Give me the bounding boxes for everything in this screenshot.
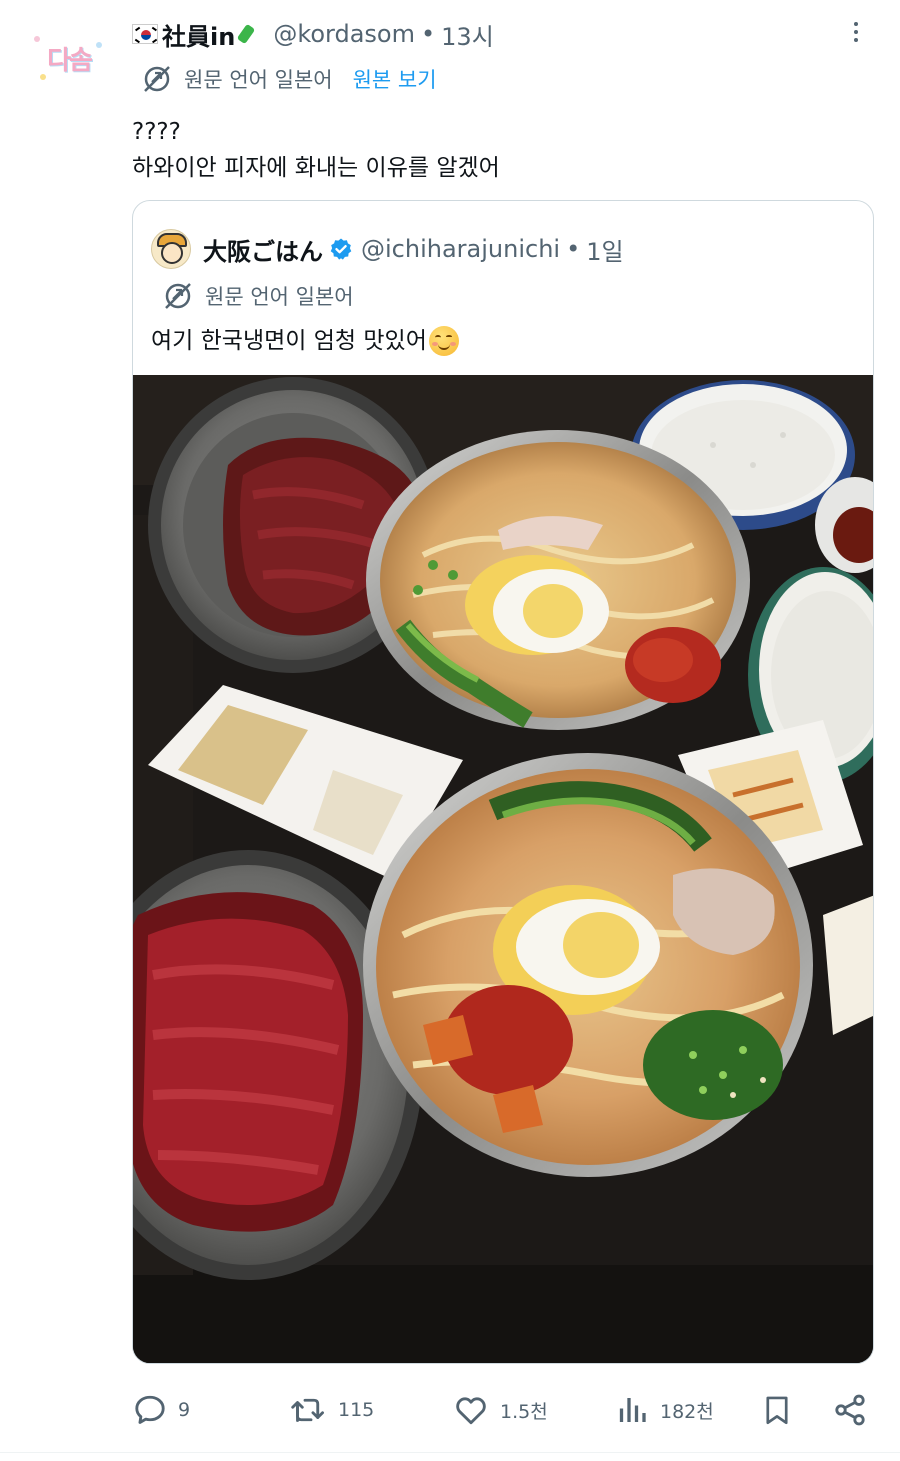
more-dot-icon bbox=[854, 22, 858, 26]
retweet-icon bbox=[291, 1398, 324, 1422]
quoted-tweet-text: 여기 한국냉면이 엄청 맛있어 bbox=[151, 323, 459, 359]
food-photo-illustration bbox=[133, 375, 873, 1363]
divider bbox=[0, 1452, 900, 1453]
quoted-author-avatar[interactable] bbox=[151, 229, 191, 269]
display-name[interactable]: 社員in bbox=[162, 17, 235, 52]
avatar-decoration bbox=[96, 42, 102, 48]
bookmark-icon bbox=[766, 1396, 788, 1425]
bookmark-button[interactable] bbox=[760, 1388, 794, 1432]
translation-row: 원문 언어 일본어 원본 보기 bbox=[140, 62, 437, 96]
translation-note: 원문 언어 일본어 bbox=[184, 68, 333, 92]
views-button[interactable]: 182천 bbox=[614, 1388, 714, 1432]
reply-button[interactable]: 9 bbox=[132, 1388, 190, 1432]
like-button[interactable]: 1.5천 bbox=[452, 1388, 548, 1432]
translate-globe-icon bbox=[165, 283, 191, 309]
tweet-text-line: ???? bbox=[132, 119, 181, 145]
more-dot-icon bbox=[854, 38, 858, 42]
user-handle[interactable]: @kordasom bbox=[273, 20, 415, 48]
quoted-user-handle[interactable]: @ichiharajunichi bbox=[361, 235, 560, 263]
translate-globe-icon bbox=[144, 66, 170, 92]
share-icon bbox=[835, 1394, 865, 1426]
more-options-button[interactable] bbox=[840, 16, 872, 48]
share-button[interactable] bbox=[832, 1388, 868, 1432]
smiling-face-icon bbox=[428, 326, 459, 356]
tweet-action-bar: 9 115 1.5천 182천 bbox=[132, 1388, 874, 1432]
quoted-text-body: 여기 한국냉면이 엄청 맛있어 bbox=[151, 328, 427, 354]
like-count: 1.5천 bbox=[500, 1400, 548, 1423]
retweet-button[interactable]: 115 bbox=[288, 1388, 374, 1432]
show-original-link[interactable]: 원본 보기 bbox=[353, 64, 437, 94]
quoted-translation-row: 원문 언어 일본어 bbox=[161, 279, 354, 313]
quoted-display-name[interactable]: 大阪ごはん bbox=[203, 232, 323, 267]
separator-dot: • bbox=[566, 235, 581, 263]
view-count: 182천 bbox=[660, 1400, 714, 1423]
avatar-text: 다솜 bbox=[47, 45, 93, 76]
like-icon bbox=[456, 1397, 486, 1425]
tweet-header: 社員in @kordasom • 13시 bbox=[132, 16, 494, 52]
more-dot-icon bbox=[854, 30, 858, 34]
avatar-decoration bbox=[34, 36, 40, 42]
japan-map-icon bbox=[237, 23, 261, 45]
reply-icon bbox=[135, 1395, 165, 1424]
verified-badge-icon bbox=[330, 238, 352, 260]
avatar-decoration bbox=[40, 74, 46, 80]
views-icon bbox=[619, 1398, 646, 1422]
tweet-time[interactable]: 13시 bbox=[441, 17, 494, 52]
food-photo[interactable] bbox=[133, 375, 873, 1363]
tweet-text-line: 하와이안 피자에 화내는 이유를 알겠어 bbox=[132, 155, 500, 181]
quoted-translation-note: 원문 언어 일본어 bbox=[205, 285, 354, 309]
quoted-tweet-card[interactable]: 大阪ごはん @ichiharajunichi • 1일 원문 언어 일본어 여기… bbox=[132, 200, 874, 1364]
quoted-tweet-time[interactable]: 1일 bbox=[586, 232, 623, 267]
tweet-text: ???? 하와이안 피자에 화내는 이유를 알겠어 bbox=[132, 114, 500, 186]
author-avatar[interactable]: 다솜 bbox=[30, 30, 108, 86]
quoted-tweet-header: 大阪ごはん @ichiharajunichi • 1일 bbox=[151, 229, 624, 269]
korea-flag-icon bbox=[132, 24, 158, 44]
separator-dot: • bbox=[421, 20, 436, 48]
reply-count: 9 bbox=[178, 1399, 191, 1421]
retweet-count: 115 bbox=[338, 1399, 375, 1421]
